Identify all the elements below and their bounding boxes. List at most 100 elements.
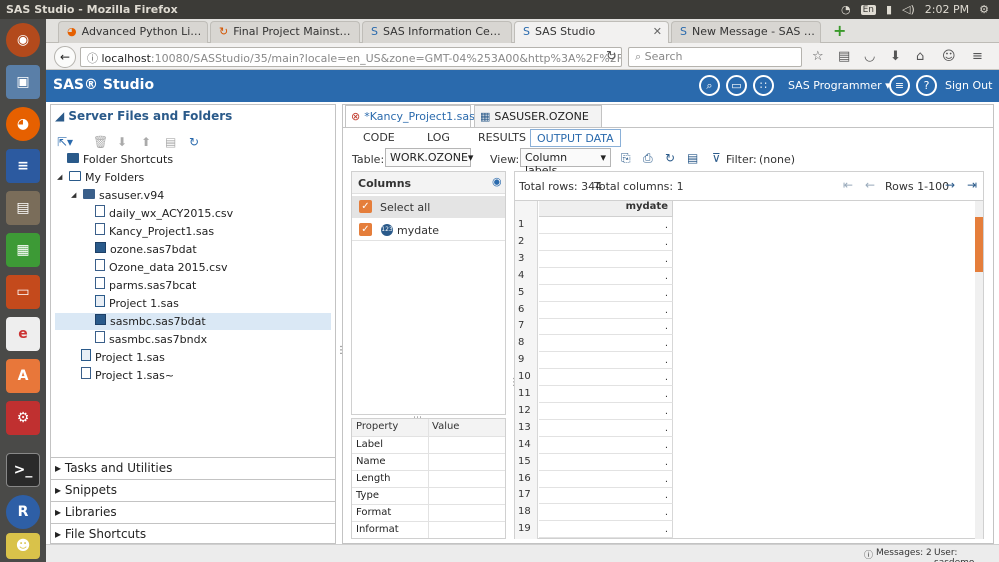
tree-item[interactable]: sasmbc.sas7bndx	[55, 331, 331, 348]
column-header-mydate[interactable]: mydate	[539, 201, 673, 217]
first-page-icon[interactable]: ⇤	[843, 178, 853, 192]
close-tab-icon[interactable]: ✕	[653, 25, 662, 43]
panel-title[interactable]: ◢ Server Files and Folders	[55, 109, 232, 123]
url-bar[interactable]: ⓘ localhost:10080/SASStudio/35/main?loca…	[80, 47, 622, 67]
select-all-checkbox[interactable]: ✓	[359, 200, 372, 213]
browser-tab[interactable]: ↻ Final Project Mainst…	[210, 21, 360, 43]
tree-item[interactable]: sasmbc.sas7bdat	[55, 313, 331, 330]
view-select[interactable]: Column labels ▾	[520, 148, 611, 177]
previous-page-icon[interactable]: ←	[865, 178, 875, 192]
volume-icon[interactable]: ◁)	[902, 3, 915, 16]
browser-tab[interactable]: S New Message - SAS …	[671, 21, 821, 43]
messages-count[interactable]: Messages: 2	[876, 548, 932, 558]
section-tasks-and-utilities[interactable]: ▸ Tasks and Utilities	[51, 457, 335, 479]
grid-cell[interactable]: .	[539, 487, 673, 505]
tree-item[interactable]: Kancy_Project1.sas	[55, 223, 331, 240]
home-icon[interactable]: ⌂	[916, 49, 924, 64]
next-page-icon[interactable]: →	[945, 178, 955, 192]
select-all-row[interactable]: ✓ Select all	[352, 196, 505, 218]
grid-cell[interactable]: .	[539, 250, 673, 268]
extra-app-icon[interactable]: ☻	[6, 533, 40, 559]
tab-output-data[interactable]: OUTPUT DATA	[530, 129, 621, 147]
section-file-shortcuts[interactable]: ▸ File Shortcuts	[51, 523, 335, 545]
grid-cell[interactable]: .	[539, 386, 673, 403]
tree-item[interactable]: ◢ sasuser.v94	[55, 187, 331, 204]
grid-cell[interactable]: .	[539, 267, 673, 285]
scrollbar-thumb[interactable]	[975, 217, 983, 272]
reload-icon[interactable]: ↻	[606, 49, 617, 64]
bookmark-star-icon[interactable]: ☆	[812, 49, 824, 64]
browser-tab[interactable]: ◕ Advanced Python Li…	[58, 21, 208, 43]
new-tab-plus-icon[interactable]: +	[833, 21, 846, 40]
collapse-triangle-icon[interactable]: ◢	[57, 169, 65, 186]
new-item-icon[interactable]: ⇱▾	[57, 135, 73, 149]
tree-item[interactable]: Project 1.sas	[55, 295, 331, 312]
sign-out-link[interactable]: Sign Out	[945, 79, 992, 92]
print-icon[interactable]: ⎙	[643, 151, 653, 166]
settings-gear-icon[interactable]: ⚙	[979, 3, 989, 16]
system-settings-icon[interactable]: ⚙	[6, 401, 40, 435]
perspective-menu[interactable]: SAS Programmer ▾	[788, 79, 891, 92]
table-view-icon[interactable]: ▤	[687, 151, 698, 165]
download-icon[interactable]: ⬇	[117, 135, 127, 149]
text-editor-icon[interactable]: e	[6, 317, 40, 351]
wifi-icon[interactable]: ◔	[841, 3, 851, 16]
tree-item[interactable]: Project 1.sas~	[55, 367, 331, 384]
tree-item[interactable]: ◢ My Folders	[55, 169, 331, 186]
reading-list-icon[interactable]: ▤	[838, 49, 850, 64]
files-icon[interactable]: ▤	[6, 191, 40, 225]
clock[interactable]: 2:02 PM	[925, 3, 969, 16]
tree-item[interactable]: Ozone_data 2015.csv	[55, 259, 331, 276]
calc-icon[interactable]: ▦	[6, 233, 40, 267]
section-snippets[interactable]: ▸ Snippets	[51, 479, 335, 501]
grid-cell[interactable]: .	[539, 284, 673, 302]
grid-cell[interactable]: .	[539, 233, 673, 251]
tree-item[interactable]: ozone.sas7bdat	[55, 241, 331, 258]
grid-cell[interactable]: .	[539, 470, 673, 488]
section-libraries[interactable]: ▸ Libraries	[51, 501, 335, 523]
grid-cell[interactable]: .	[539, 453, 673, 471]
refresh-icon[interactable]: ↻	[189, 135, 199, 149]
grid-cell[interactable]: .	[539, 419, 673, 437]
download-icon[interactable]: ⬇	[890, 49, 901, 64]
apps-grid-icon[interactable]: ∷	[753, 75, 774, 96]
tab-log[interactable]: LOG	[421, 129, 456, 147]
editor-tab-dataset[interactable]: ▦ SASUSER.OZONE	[474, 105, 602, 127]
close-error-icon[interactable]: ⊗	[351, 110, 360, 123]
grid-cell[interactable]: .	[539, 504, 673, 522]
tree-item[interactable]: daily_wx_ACY2015.csv	[55, 205, 331, 222]
hamburger-menu-icon[interactable]: ≡	[889, 75, 910, 96]
grid-cell[interactable]: .	[539, 402, 673, 420]
export-icon[interactable]: ⎘	[621, 151, 631, 166]
back-arrow-icon[interactable]: ←	[54, 46, 76, 68]
grid-cell[interactable]: .	[539, 318, 673, 336]
column-checkbox[interactable]: ✓	[359, 223, 372, 236]
pocket-icon[interactable]: ◡	[864, 49, 875, 64]
firefox-icon[interactable]: ◕	[6, 107, 40, 141]
column-row-mydate[interactable]: ✓ 123 mydate	[352, 219, 505, 241]
tab-results[interactable]: RESULTS	[472, 129, 532, 147]
table-select[interactable]: WORK.OZONE ▾	[385, 148, 473, 167]
browser-tab-active[interactable]: S SAS Studio ✕	[514, 21, 669, 43]
browser-tab[interactable]: S SAS Information Ce…	[362, 21, 512, 43]
search-icon[interactable]: ⌕	[699, 75, 720, 96]
grid-cell[interactable]: .	[539, 352, 673, 370]
grid-cell[interactable]: .	[539, 521, 673, 539]
r-icon[interactable]: R	[6, 495, 40, 529]
filter-icon[interactable]: ⊽	[712, 151, 721, 165]
info-icon[interactable]: ⓘ	[87, 52, 102, 65]
messages-info-icon[interactable]: ⓘ	[864, 548, 873, 561]
help-icon[interactable]: ?	[916, 75, 937, 96]
tree-item[interactable]: parms.sas7bcat	[55, 277, 331, 294]
grid-cell[interactable]: .	[539, 301, 673, 319]
battery-icon[interactable]: ▮	[886, 3, 892, 16]
writer-icon[interactable]: ≡	[6, 149, 40, 183]
tab-code[interactable]: CODE	[357, 129, 401, 147]
grid-cell[interactable]: .	[539, 335, 673, 353]
ubuntu-dash-icon[interactable]: ◉	[6, 23, 40, 57]
refresh-icon[interactable]: ↻	[665, 151, 675, 165]
properties-icon[interactable]: ▤	[165, 135, 176, 149]
virtualbox-icon[interactable]: ▣	[6, 65, 40, 99]
columns-toggle-icon[interactable]: ◉	[492, 175, 502, 188]
search-input[interactable]: ⌕ Search	[628, 47, 802, 67]
